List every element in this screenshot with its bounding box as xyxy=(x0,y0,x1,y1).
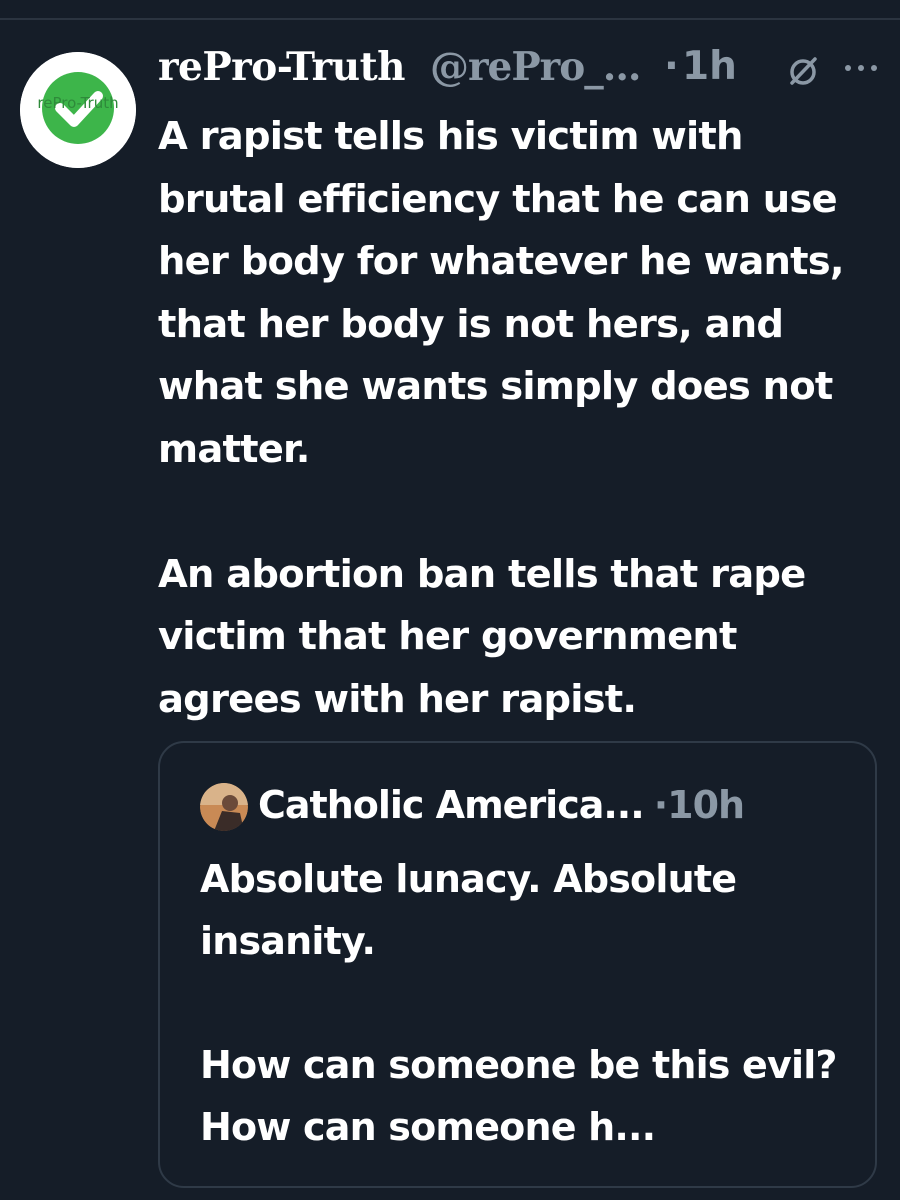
quoted-tweet-card[interactable]: Catholic America... ·10h Absolute lunacy.… xyxy=(158,741,877,1188)
separator-dot: · xyxy=(653,783,668,827)
tweet-timestamp[interactable]: 1h xyxy=(682,44,737,89)
grok-icon[interactable] xyxy=(784,52,822,94)
avatar-label: rePro-Truth xyxy=(37,94,118,112)
tweet-body: A rapist tells his victim with brutal ef… xyxy=(158,106,878,731)
more-options-icon[interactable] xyxy=(843,60,879,79)
author-avatar[interactable]: rePro-Truth xyxy=(20,52,136,168)
quoted-tweet-paragraph: How can someone be this evil? How can so… xyxy=(200,1043,837,1149)
author-handle[interactable]: @rePro_... xyxy=(430,44,641,90)
tweet-header: rePro-Truth @rePro_... · 1h xyxy=(158,40,888,100)
quoted-avatar-image-icon xyxy=(200,783,248,831)
tweet-paragraph: An abortion ban tells that rape victim t… xyxy=(158,551,806,722)
tweet-paragraph: A rapist tells his victim with brutal ef… xyxy=(158,114,844,472)
top-divider xyxy=(0,18,900,20)
avatar-checkmark-icon: rePro-Truth xyxy=(20,52,136,168)
quoted-tweet-timestamp[interactable]: 10h xyxy=(667,783,745,827)
quoted-author-name[interactable]: Catholic America... xyxy=(258,783,645,827)
quoted-tweet-body: Absolute lunacy. Absolute insanity. How … xyxy=(200,848,850,1158)
quoted-tweet-header: Catholic America... ·10h xyxy=(258,783,745,827)
quoted-author-avatar[interactable] xyxy=(200,783,248,831)
separator-dot: · xyxy=(664,44,679,89)
quoted-tweet-paragraph: Absolute lunacy. Absolute insanity. xyxy=(200,857,737,963)
author-name[interactable]: rePro-Truth xyxy=(158,44,405,90)
